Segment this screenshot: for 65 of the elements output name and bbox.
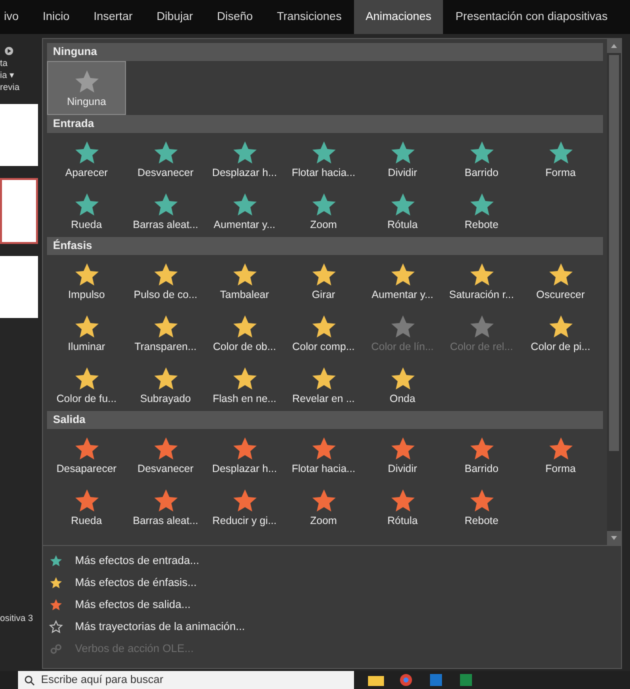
effect-option[interactable]: Reducir y gi... [205,481,284,533]
effect-option[interactable]: Barrido [442,133,521,185]
effect-option[interactable]: Rebote [442,481,521,533]
effect-option[interactable]: Flash en ne... [205,359,284,411]
ribbon-tab[interactable]: Inicio [30,0,82,34]
taskbar-search-field[interactable]: Escribe aquí para buscar [18,671,354,689]
effect-option[interactable]: Desvanecer [126,133,205,185]
section-header: Ninguna [47,43,603,61]
section-header: Salida [47,411,603,429]
effect-option[interactable]: Zoom [284,185,363,237]
section-header: Entrada [47,115,603,133]
menu-item[interactable]: Más efectos de entrada... [43,550,621,572]
effect-option[interactable]: Forma [521,429,600,481]
effect-option[interactable]: Girar [284,255,363,307]
effect-option[interactable]: Oscurecer [521,255,600,307]
effect-option[interactable]: Revelar en ... [284,359,363,411]
effect-option[interactable]: Dividir [363,429,442,481]
effect-option[interactable]: Forma [521,133,600,185]
effect-option[interactable]: Aumentar y... [205,185,284,237]
effect-option[interactable]: Subrayado [126,359,205,411]
ribbon-tab[interactable]: ivo [0,0,31,34]
ribbon-tab[interactable]: Dibujar [144,0,205,34]
effect-option[interactable]: Desaparecer [47,429,126,481]
effect-option[interactable]: Aparecer [47,133,126,185]
effect-option[interactable]: Zoom [284,481,363,533]
ribbon-label: ia ▾ [0,70,16,80]
menu-item[interactable]: Más efectos de énfasis... [43,572,621,594]
effect-option[interactable]: Color de ob... [205,307,284,359]
effect-option[interactable]: Onda [363,359,442,411]
effect-option[interactable]: Ninguna [47,61,126,115]
menu-item[interactable]: Más trayectorias de la animación... [43,616,621,638]
effect-option[interactable]: Barras aleat... [126,481,205,533]
effect-option[interactable]: Tambalear [205,255,284,307]
effect-option[interactable]: Flotar hacia... [284,133,363,185]
effect-option[interactable]: Rueda [47,481,126,533]
ribbon-tab[interactable]: Animaciones [354,0,444,34]
menu-item[interactable]: Más efectos de salida... [43,594,621,616]
section-header: Énfasis [47,237,603,255]
effect-option[interactable]: Barrido [442,429,521,481]
ribbon-label: ta [0,58,9,68]
ribbon-label: revia [0,82,21,92]
ribbon-tab[interactable]: Insertar [82,0,145,34]
effect-option[interactable]: Aumentar y... [363,255,442,307]
ribbon-tab[interactable]: Diseño [205,0,265,34]
effect-option[interactable]: Iluminar [47,307,126,359]
ribbon-tab[interactable]: Presentación con diapositivas [443,0,620,34]
effect-option[interactable]: Desplazar h... [205,429,284,481]
effect-option[interactable]: Rótula [363,185,442,237]
effect-option[interactable]: Color de pi... [521,307,600,359]
effect-option[interactable]: Rebote [442,185,521,237]
effect-option[interactable]: Barras aleat... [126,185,205,237]
effect-option[interactable]: Pulso de co... [126,255,205,307]
effect-option[interactable]: Color de fu... [47,359,126,411]
effect-option[interactable]: Impulso [47,255,126,307]
effect-option[interactable]: Flotar hacia... [284,429,363,481]
effect-option[interactable]: Color comp... [284,307,363,359]
ribbon-tab[interactable]: Transiciones [264,0,354,34]
effect-option[interactable]: Desvanecer [126,429,205,481]
effect-option[interactable]: Desplazar h... [205,133,284,185]
effect-option[interactable]: Rótula [363,481,442,533]
effect-option[interactable]: Rueda [47,185,126,237]
effect-option[interactable]: Saturación r... [442,255,521,307]
status-text: ositiva 3 [0,613,34,623]
effect-option[interactable]: Transparen... [126,307,205,359]
effect-option[interactable]: Dividir [363,133,442,185]
